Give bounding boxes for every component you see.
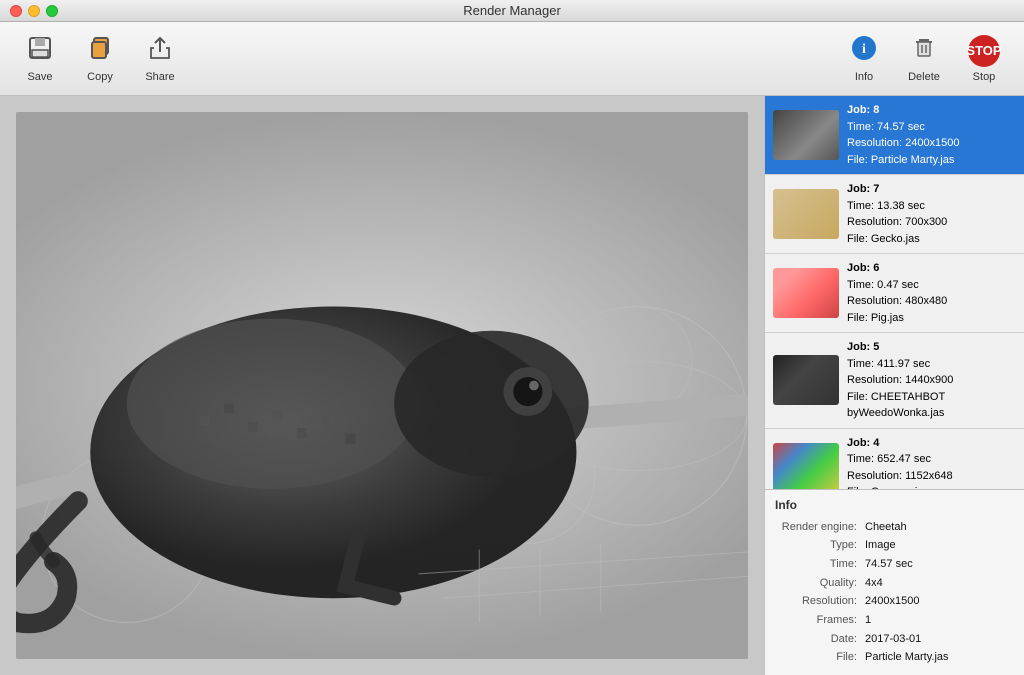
info-key: Resolution: [775, 592, 865, 611]
delete-icon [910, 34, 938, 67]
copy-label: Copy [87, 71, 113, 83]
job-list: Job: 8Time: 74.57 secResolution: 2400x15… [765, 96, 1024, 489]
save-icon [26, 34, 54, 67]
job-info-line: Job: 7 [847, 181, 1016, 198]
job-info-line: File: Pig.jas [847, 310, 1016, 327]
render-preview [16, 112, 748, 659]
info-row: File:Particle Marty.jas [775, 648, 1014, 667]
render-svg [16, 112, 748, 659]
close-button[interactable] [10, 5, 22, 17]
job-thumbnail [773, 268, 839, 318]
job-thumbnail [773, 443, 839, 489]
info-value: Particle Marty.jas [865, 648, 949, 667]
info-value: 2400x1500 [865, 592, 919, 611]
copy-button[interactable]: Copy [72, 30, 128, 88]
save-button[interactable]: Save [12, 30, 68, 88]
maximize-button[interactable] [46, 5, 58, 17]
job-info-line: Resolution: 2400x1500 [847, 135, 1016, 152]
job-info: Job: 4Time: 652.47 secResolution: 1152x6… [847, 435, 1016, 489]
info-row: Quality:4x4 [775, 574, 1014, 593]
info-row: Time:74.57 sec [775, 555, 1014, 574]
job-info-line: Time: 74.57 sec [847, 119, 1016, 136]
window-title: Render Manager [463, 3, 561, 18]
info-table: Render engine:CheetahType:ImageTime:74.5… [775, 518, 1014, 668]
share-label: Share [145, 71, 174, 83]
info-row: Date:2017-03-01 [775, 630, 1014, 649]
info-panel: Info Render engine:CheetahType:ImageTime… [765, 489, 1024, 675]
info-key: Date: [775, 630, 865, 649]
info-key: Render engine: [775, 518, 865, 537]
info-key: Type: [775, 536, 865, 555]
job-info-line: Job: 6 [847, 260, 1016, 277]
info-value: Cheetah [865, 518, 907, 537]
job-info-line: Resolution: 1152x648 [847, 468, 1016, 485]
info-value: 1 [865, 611, 871, 630]
info-row: Resolution:2400x1500 [775, 592, 1014, 611]
share-button[interactable]: Share [132, 30, 188, 88]
right-panel: Job: 8Time: 74.57 secResolution: 2400x15… [764, 96, 1024, 675]
delete-button[interactable]: Delete [896, 30, 952, 88]
info-button[interactable]: i Info [836, 30, 892, 88]
job-info: Job: 8Time: 74.57 secResolution: 2400x15… [847, 102, 1016, 168]
traffic-lights [10, 5, 58, 17]
info-value: 74.57 sec [865, 555, 913, 574]
job-info-line: Time: 652.47 sec [847, 451, 1016, 468]
info-key: Quality: [775, 574, 865, 593]
info-label: Info [855, 71, 873, 83]
job-info-line: Time: 0.47 sec [847, 277, 1016, 294]
info-value: Image [865, 536, 896, 555]
info-key: Frames: [775, 611, 865, 630]
job-info-line: Job: 8 [847, 102, 1016, 119]
job-info: Job: 6Time: 0.47 secResolution: 480x480F… [847, 260, 1016, 326]
job-info-line: Time: 13.38 sec [847, 198, 1016, 215]
stop-icon: STOP [968, 35, 1000, 67]
titlebar: Render Manager [0, 0, 1024, 22]
list-item[interactable]: Job: 6Time: 0.47 secResolution: 480x480F… [765, 254, 1024, 333]
toolbar-right-group: i Info Delete STOP Stop [836, 30, 1012, 88]
info-row: Frames:1 [775, 611, 1014, 630]
job-info-line: Time: 411.97 sec [847, 356, 1016, 373]
main-content: Job: 8Time: 74.57 secResolution: 2400x15… [0, 96, 1024, 675]
job-info-line: Resolution: 1440x900 [847, 372, 1016, 389]
info-row: Render engine:Cheetah [775, 518, 1014, 537]
left-panel [0, 96, 764, 675]
job-info-line: File: CHEETAHBOT byWeedoWonka.jas [847, 389, 1016, 422]
job-info-line: Resolution: 700x300 [847, 214, 1016, 231]
stop-label: Stop [973, 71, 996, 83]
job-info: Job: 5Time: 411.97 secResolution: 1440x9… [847, 339, 1016, 422]
minimize-button[interactable] [28, 5, 40, 17]
info-value: 4x4 [865, 574, 883, 593]
job-thumbnail [773, 110, 839, 160]
list-item[interactable]: Job: 8Time: 74.57 secResolution: 2400x15… [765, 96, 1024, 175]
info-value: 2017-03-01 [865, 630, 921, 649]
job-info-line: Job: 5 [847, 339, 1016, 356]
info-panel-title: Info [775, 498, 1014, 512]
save-label: Save [27, 71, 52, 83]
job-info-line: Resolution: 480x480 [847, 293, 1016, 310]
info-key: Time: [775, 555, 865, 574]
toolbar: Save Copy Share [0, 22, 1024, 96]
stop-button[interactable]: STOP Stop [956, 30, 1012, 88]
copy-icon [86, 34, 114, 67]
info-icon: i [850, 34, 878, 67]
job-info-line: File: Gecko.jas [847, 231, 1016, 248]
job-info-line: File: Particle Marty.jas [847, 152, 1016, 169]
list-item[interactable]: Job: 4Time: 652.47 secResolution: 1152x6… [765, 429, 1024, 489]
job-info-line: Job: 4 [847, 435, 1016, 452]
job-thumbnail [773, 189, 839, 239]
share-icon [146, 34, 174, 67]
render-background [16, 112, 748, 659]
svg-text:i: i [862, 42, 866, 57]
job-info: Job: 7Time: 13.38 secResolution: 700x300… [847, 181, 1016, 247]
info-row: Type:Image [775, 536, 1014, 555]
info-key: File: [775, 648, 865, 667]
list-item[interactable]: Job: 7Time: 13.38 secResolution: 700x300… [765, 175, 1024, 254]
delete-label: Delete [908, 71, 940, 83]
toolbar-left-group: Save Copy Share [12, 30, 188, 88]
list-item[interactable]: Job: 5Time: 411.97 secResolution: 1440x9… [765, 333, 1024, 429]
job-thumbnail [773, 355, 839, 405]
